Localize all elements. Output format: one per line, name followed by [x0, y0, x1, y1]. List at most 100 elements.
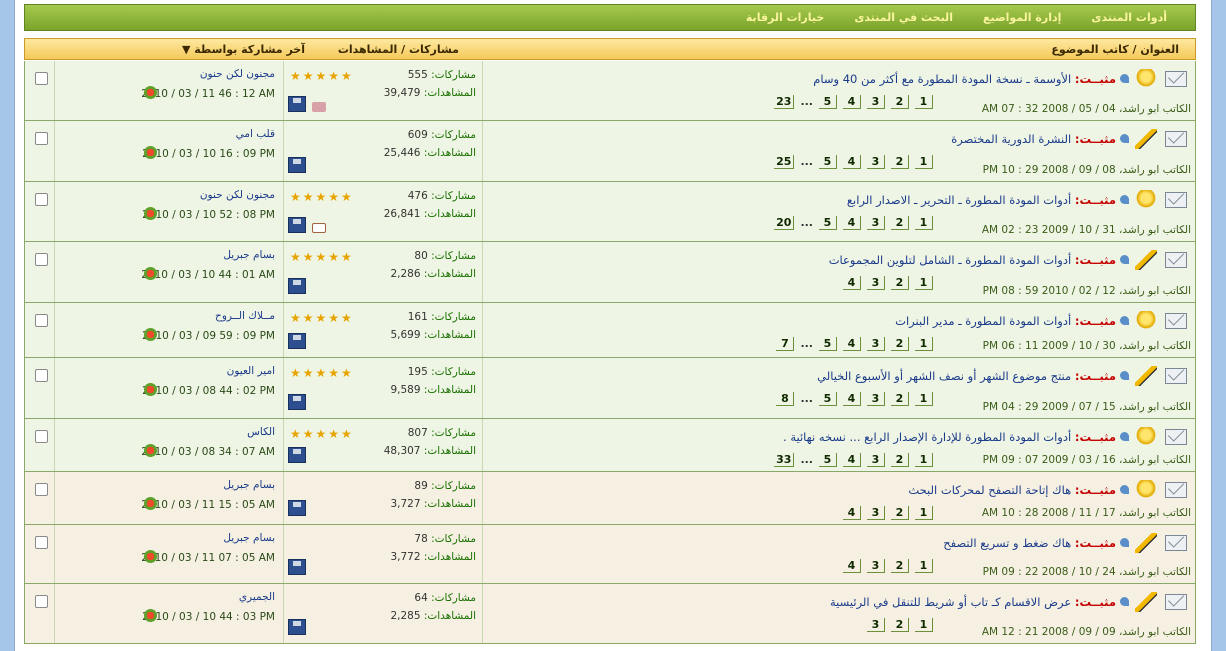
page-link[interactable]: 2 — [891, 453, 909, 467]
save-disk-icon[interactable] — [288, 619, 306, 635]
page-link[interactable]: 3 — [867, 155, 885, 169]
page-link[interactable]: 1 — [915, 506, 933, 520]
page-link[interactable]: 23 — [774, 95, 795, 109]
save-disk-icon[interactable] — [288, 333, 306, 349]
page-link[interactable]: 3 — [867, 337, 885, 351]
thread-title-link[interactable]: الأوسمة ـ نسخة المودة المطورة مع أكثر من… — [813, 72, 1071, 86]
thread-select-checkbox[interactable] — [35, 253, 48, 266]
save-disk-icon[interactable] — [288, 96, 306, 112]
page-link[interactable]: 1 — [915, 337, 933, 351]
thread-select-checkbox[interactable] — [35, 193, 48, 206]
page-link[interactable]: 4 — [843, 559, 861, 573]
last-poster-link[interactable]: مجنون لكن حنون — [200, 68, 275, 80]
go-to-last-post-icon[interactable] — [144, 86, 157, 99]
thread-select-checkbox[interactable] — [35, 483, 48, 496]
thread-title-link[interactable]: هاك ضغط و تسريع التصفح — [943, 536, 1071, 550]
last-poster-link[interactable]: امير العيون — [227, 365, 275, 377]
last-poster-link[interactable]: بسام جبريل — [223, 532, 275, 544]
page-link[interactable]: 5 — [819, 95, 837, 109]
save-disk-icon[interactable] — [288, 394, 306, 410]
page-link[interactable]: 1 — [915, 95, 933, 109]
page-link[interactable]: 4 — [843, 337, 861, 351]
page-link[interactable]: 1 — [915, 155, 933, 169]
page-link[interactable]: 8 — [776, 392, 795, 406]
go-to-last-post-icon[interactable] — [144, 609, 157, 622]
page-link[interactable]: 5 — [819, 392, 837, 406]
thread-select-checkbox[interactable] — [35, 369, 48, 382]
save-disk-icon[interactable] — [288, 278, 306, 294]
thread-select-checkbox[interactable] — [35, 430, 48, 443]
page-link[interactable]: 4 — [843, 453, 861, 467]
thread-select-checkbox[interactable] — [35, 72, 48, 85]
page-link[interactable]: 4 — [843, 392, 861, 406]
page-link[interactable]: 1 — [915, 559, 933, 573]
page-link[interactable]: 5 — [819, 216, 837, 230]
page-link[interactable]: 2 — [891, 506, 909, 520]
thread-title-link[interactable]: هاك إتاحة التصفح لمحركات البحث — [908, 483, 1071, 497]
page-link[interactable]: 2 — [891, 559, 909, 573]
page-link[interactable]: 1 — [915, 453, 933, 467]
page-link[interactable]: 5 — [819, 155, 837, 169]
thread-select-checkbox[interactable] — [35, 595, 48, 608]
save-disk-icon[interactable] — [288, 157, 306, 173]
page-link[interactable]: 4 — [843, 95, 861, 109]
page-link[interactable]: 2 — [891, 276, 909, 290]
page-link[interactable]: 4 — [843, 155, 861, 169]
page-link[interactable]: 2 — [891, 618, 909, 632]
header-last-post[interactable]: آخر مشاركة بواسطة ▼ — [182, 43, 305, 56]
page-link[interactable]: 2 — [891, 337, 909, 351]
toolbar-forum-tools[interactable]: أدوات المنتدى — [1091, 11, 1167, 24]
last-poster-link[interactable]: قلب امي — [236, 128, 275, 140]
thread-title-link[interactable]: النشرة الدورية المختصرة — [951, 132, 1071, 146]
go-to-last-post-icon[interactable] — [144, 383, 157, 396]
last-poster-link[interactable]: الجميري — [239, 591, 275, 603]
page-link[interactable]: 4 — [843, 216, 861, 230]
page-link[interactable]: 3 — [867, 506, 885, 520]
page-link[interactable]: 33 — [774, 453, 795, 467]
page-link[interactable]: 2 — [891, 216, 909, 230]
page-link[interactable]: 5 — [819, 337, 837, 351]
page-link[interactable]: 4 — [843, 276, 861, 290]
thread-title-link[interactable]: منتج موضوع الشهر أو نصف الشهر أو الأسبوع… — [817, 369, 1071, 383]
thread-select-checkbox[interactable] — [35, 536, 48, 549]
thread-title-link[interactable]: أدوات المودة المطورة للإدارة الإصدار الر… — [783, 430, 1071, 444]
page-link[interactable]: 2 — [891, 155, 909, 169]
thread-select-checkbox[interactable] — [35, 314, 48, 327]
last-poster-link[interactable]: بسام جبريل — [223, 479, 275, 491]
thread-title-link[interactable]: أدوات المودة المطورة ـ الشامل لتلوين الم… — [829, 253, 1072, 267]
page-link[interactable]: 1 — [915, 216, 933, 230]
page-link[interactable]: 4 — [843, 506, 861, 520]
go-to-last-post-icon[interactable] — [144, 444, 157, 457]
go-to-last-post-icon[interactable] — [144, 207, 157, 220]
page-link[interactable]: 1 — [915, 276, 933, 290]
page-link[interactable]: 2 — [891, 95, 909, 109]
header-title-author[interactable]: العنوان / كاتب الموضوع — [1051, 43, 1179, 56]
last-poster-link[interactable]: مــلاك الــروح — [215, 310, 275, 322]
header-posts-views[interactable]: مشاركات / المشاهدات — [338, 43, 459, 56]
thread-select-checkbox[interactable] — [35, 132, 48, 145]
thread-title-link[interactable]: أدوات المودة المطورة ـ مدير البنرات — [895, 314, 1071, 328]
page-link[interactable]: 1 — [915, 392, 933, 406]
go-to-last-post-icon[interactable] — [144, 550, 157, 563]
page-link[interactable]: 3 — [867, 559, 885, 573]
go-to-last-post-icon[interactable] — [144, 328, 157, 341]
page-link[interactable]: 1 — [915, 618, 933, 632]
toolbar-moderation-options[interactable]: خيارات الرقابة — [746, 11, 824, 24]
save-disk-icon[interactable] — [288, 447, 306, 463]
page-link[interactable]: 20 — [774, 216, 795, 230]
toolbar-search-forum[interactable]: البحث في المنتدى — [854, 11, 953, 24]
last-poster-link[interactable]: الكاس — [247, 426, 275, 438]
go-to-last-post-icon[interactable] — [144, 146, 157, 159]
page-link[interactable]: 3 — [867, 453, 885, 467]
page-link[interactable]: 5 — [819, 453, 837, 467]
last-poster-link[interactable]: مجنون لكن حنون — [200, 189, 275, 201]
page-link[interactable]: 7 — [776, 337, 795, 351]
last-poster-link[interactable]: بسام جبريل — [223, 249, 275, 261]
save-disk-icon[interactable] — [288, 500, 306, 516]
page-link[interactable]: 3 — [867, 276, 885, 290]
page-link[interactable]: 3 — [867, 618, 885, 632]
page-link[interactable]: 2 — [891, 392, 909, 406]
save-disk-icon[interactable] — [288, 559, 306, 575]
go-to-last-post-icon[interactable] — [144, 267, 157, 280]
thread-title-link[interactable]: أدوات المودة المطورة ـ التحرير ـ الاصدار… — [847, 193, 1071, 207]
